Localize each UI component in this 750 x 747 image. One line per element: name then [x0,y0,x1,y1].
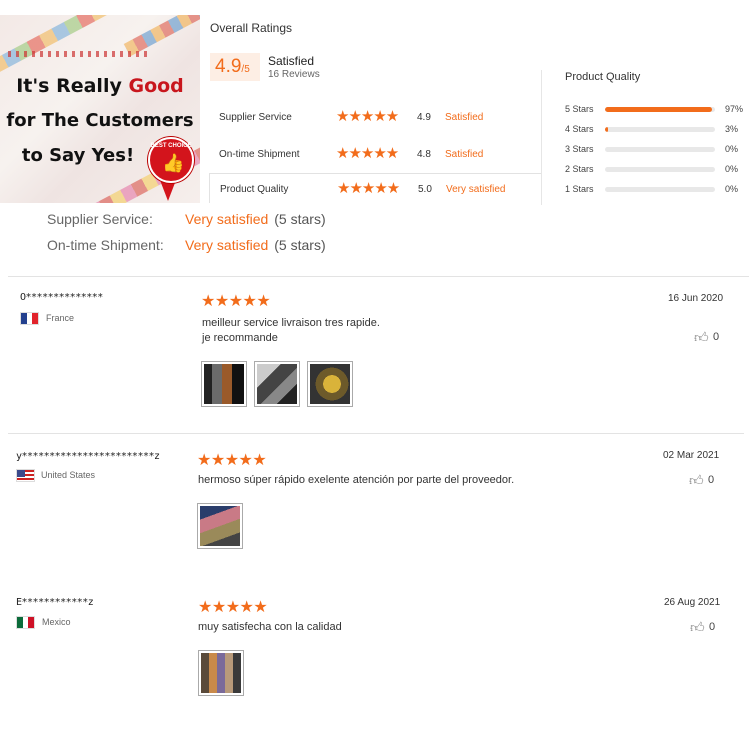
review-date: 02 Mar 2021 [663,450,720,461]
thumbs-up-icon[interactable]: 👍︎ [690,619,705,636]
reviewer-country: France [46,313,75,323]
pq-fill [605,127,609,132]
thumbs-up-icon[interactable]: 👍︎ [689,472,704,489]
banner-line-1: It's Really Good [16,75,184,97]
flag-mexico-icon [16,616,35,629]
best-choice-badge: BEST CHOICE 👍 [148,137,194,183]
reviewer-name: y************************z [16,451,160,462]
overall-score: 4.9/5 [210,53,260,81]
review-text: hermoso súper rápido exelente atención p… [198,474,515,486]
review-text: muy satisfecha con la calidad [198,621,342,633]
reviewer-name: E************z [16,597,94,608]
pq-row-5: 5 Stars 97% [565,104,744,114]
star-icon: ★★★★★ [337,180,400,197]
pq-row-3: 3 Stars 0% [565,144,739,154]
summary-supplier-service: Supplier Service: Very satisfied (5 stars) [47,211,326,227]
star-icon: ★★★★★ [336,108,399,125]
star-icon: ★★★★★ [201,293,271,310]
rating-row-product-quality[interactable]: Product Quality ★★★★★ 5.0 Very satisfied [209,173,542,203]
pq-row-1: 1 Stars 0% [565,184,739,194]
review-text: meilleur service livraison tres rapide. j… [202,317,380,344]
pq-fill [605,107,712,112]
banner-line-2: for The Customers [6,110,194,131]
review-photo[interactable] [201,361,247,407]
review-date: 26 Aug 2021 [664,597,721,608]
star-icon: ★★★★★ [336,145,399,162]
review-photo[interactable] [198,650,244,696]
flag-france-icon [20,312,39,325]
rating-breakdown: Supplier Service ★★★★★ 4.9 Satisfied On-… [209,98,542,203]
divider [8,276,749,277]
pq-row-4: 4 Stars 3% [565,124,739,134]
flag-united-states-icon [16,469,35,482]
star-icon: ★★★★★ [197,452,267,469]
reviewer-name: O************** [20,292,103,303]
divider [8,433,744,434]
like-count: 0 [713,331,720,343]
thumbs-up-icon[interactable]: 👍︎ [694,329,709,346]
summary-on-time-shipment: On-time Shipment: Very satisfied (5 stars) [47,237,326,253]
product-quality-title: Product Quality [565,71,641,83]
reviews-count: 16 Reviews [268,69,320,80]
reviewer-country: Mexico [42,617,71,627]
like-count: 0 [708,474,715,486]
review-date: 16 Jun 2020 [668,293,724,304]
thumbs-up-icon: 👍 [162,153,185,173]
rating-row-on-time-shipment[interactable]: On-time Shipment ★★★★★ 4.8 Satisfied [209,139,542,169]
review-photo[interactable] [307,361,353,407]
star-icon: ★★★★★ [198,599,268,616]
rating-row-supplier-service[interactable]: Supplier Service ★★★★★ 4.9 Satisfied [209,102,542,132]
reviewer-country: United States [41,470,96,480]
overall-satisfaction: Satisfied [268,54,315,68]
review-photo[interactable] [197,503,243,549]
review-photo[interactable] [254,361,300,407]
overall-ratings-title: Overall Ratings [210,21,293,35]
pq-row-2: 2 Stars 0% [565,164,739,174]
like-count: 0 [709,621,716,633]
promo-banner: It's Really Good for The Customers to Sa… [0,15,200,203]
product-quality-panel: Product Quality 5 Stars 97% 4 Stars 3% 3… [541,70,750,205]
